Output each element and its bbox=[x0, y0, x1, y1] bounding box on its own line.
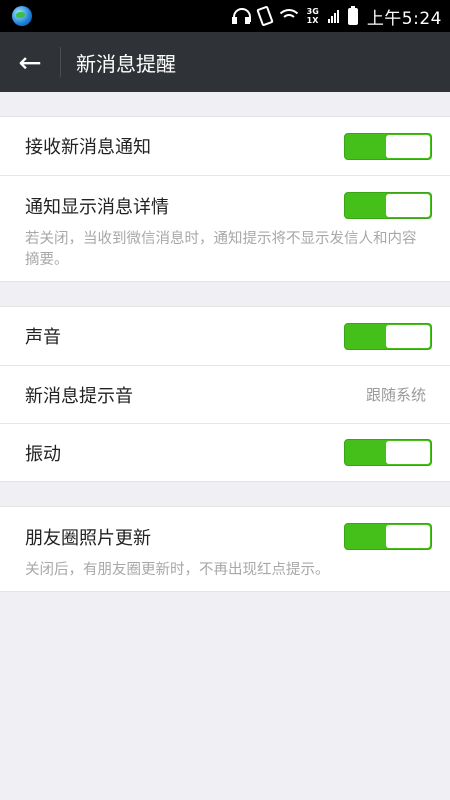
setting-row-moments-updates[interactable]: 朋友圈照片更新 关闭后，有朋友圈更新时，不再出现红点提示。 bbox=[0, 507, 450, 591]
setting-label: 声音 bbox=[25, 327, 61, 348]
receive-notifications-toggle[interactable] bbox=[344, 132, 432, 160]
settings-group-notifications: 接收新消息通知 通知显示消息详情 若关闭，当收到微信消息时，通知提示将不显示发信… bbox=[0, 116, 450, 282]
status-bar: 3G 1X 上午5:24 bbox=[0, 0, 450, 32]
network-type-bottom: 1X bbox=[306, 16, 319, 25]
moments-updates-toggle[interactable] bbox=[344, 523, 432, 550]
settings-group-moments: 朋友圈照片更新 关闭后，有朋友圈更新时，不再出现红点提示。 bbox=[0, 506, 450, 592]
settings-group-sound: 声音 新消息提示音 跟随系统 振动 bbox=[0, 306, 450, 482]
toggle-knob bbox=[386, 324, 430, 348]
setting-label: 接收新消息通知 bbox=[25, 137, 151, 158]
wifi-icon bbox=[279, 9, 298, 23]
title-bar: ← 新消息提醒 bbox=[0, 32, 450, 92]
setting-row-show-details[interactable]: 通知显示消息详情 若关闭，当收到微信消息时，通知提示将不显示发信人和内容摘要。 bbox=[0, 175, 450, 281]
globe-icon bbox=[12, 6, 32, 26]
setting-row-ringtone[interactable]: 新消息提示音 跟随系统 bbox=[0, 365, 450, 423]
setting-row-receive-notifications[interactable]: 接收新消息通知 bbox=[0, 117, 450, 175]
setting-label: 通知显示消息详情 bbox=[25, 196, 169, 218]
vibrate-toggle[interactable] bbox=[344, 439, 432, 466]
network-type: 3G 1X bbox=[307, 7, 319, 25]
toggle-knob bbox=[386, 194, 430, 217]
signal-icon bbox=[327, 9, 339, 23]
network-type-top: 3G bbox=[306, 7, 319, 16]
setting-label: 朋友圈照片更新 bbox=[25, 527, 151, 549]
setting-row-sound[interactable]: 声音 bbox=[0, 307, 450, 365]
toggle-knob bbox=[386, 525, 430, 548]
vibrate-icon bbox=[255, 5, 274, 27]
status-time: 上午5:24 bbox=[366, 8, 442, 29]
page-title: 新消息提醒 bbox=[76, 51, 176, 76]
setting-label: 新消息提示音 bbox=[25, 385, 133, 407]
headphones-icon bbox=[231, 8, 251, 24]
toggle-knob bbox=[386, 134, 430, 158]
header-divider bbox=[60, 47, 61, 77]
ringtone-value: 跟随系统 bbox=[365, 386, 426, 404]
sound-toggle[interactable] bbox=[344, 322, 432, 350]
setting-hint: 关闭后，有朋友圈更新时，不再出现红点提示。 bbox=[25, 562, 330, 578]
show-details-toggle[interactable] bbox=[344, 192, 432, 219]
back-arrow-icon: ← bbox=[18, 45, 42, 79]
back-button[interactable]: ← bbox=[0, 32, 60, 92]
setting-label: 振动 bbox=[25, 443, 61, 465]
battery-icon bbox=[347, 5, 358, 25]
toggle-knob bbox=[386, 441, 430, 464]
setting-hint: 若关闭，当收到微信消息时，通知提示将不显示发信人和内容摘要。 bbox=[25, 231, 417, 268]
setting-row-vibrate[interactable]: 振动 bbox=[0, 423, 450, 481]
